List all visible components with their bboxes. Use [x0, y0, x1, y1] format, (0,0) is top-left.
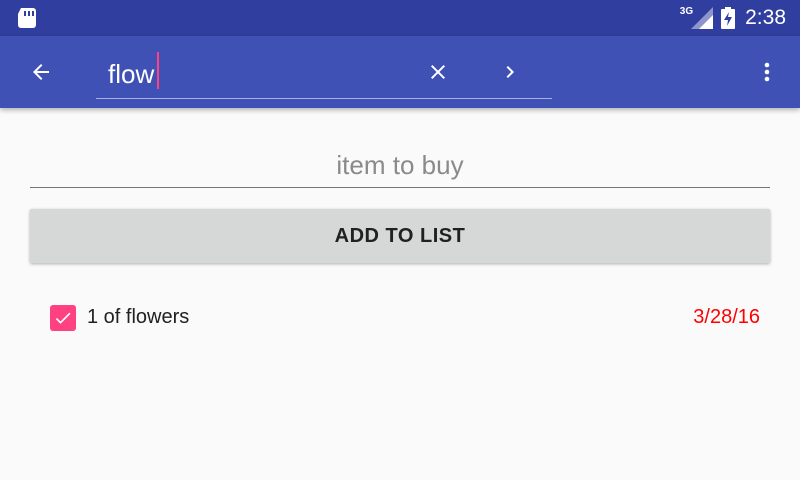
item-label: 1 of flowers [87, 306, 190, 328]
text-cursor [157, 52, 159, 89]
status-indicators: 3G 2:38 [680, 0, 786, 36]
status-bar: 3G 2:38 [0, 0, 800, 36]
app-toolbar [0, 36, 800, 108]
clear-search-button[interactable] [414, 48, 462, 96]
back-arrow-icon [33, 64, 49, 80]
back-button[interactable] [17, 48, 65, 96]
checkmark-icon [55, 312, 71, 324]
sd-card-icon [18, 8, 36, 28]
chevron-right-icon [506, 66, 514, 78]
overflow-menu-button[interactable] [743, 48, 791, 96]
signal-icon [691, 7, 714, 29]
list-item: 1 of flowers 3/28/16 [0, 296, 800, 340]
item-date: 3/28/16 [693, 306, 760, 328]
network-type-label: 3G [679, 5, 694, 17]
search-input[interactable] [108, 56, 408, 92]
close-icon [431, 65, 445, 79]
item-checkbox[interactable] [50, 305, 76, 331]
next-result-button[interactable] [486, 48, 534, 96]
add-to-list-button[interactable]: ADD TO LIST [30, 209, 770, 263]
item-to-buy-field[interactable] [30, 143, 770, 188]
more-vert-icon [764, 62, 770, 82]
search-field[interactable] [96, 50, 552, 99]
battery-charging-icon [721, 7, 736, 29]
item-to-buy-input[interactable] [30, 143, 770, 187]
clock: 2:38 [745, 6, 786, 29]
